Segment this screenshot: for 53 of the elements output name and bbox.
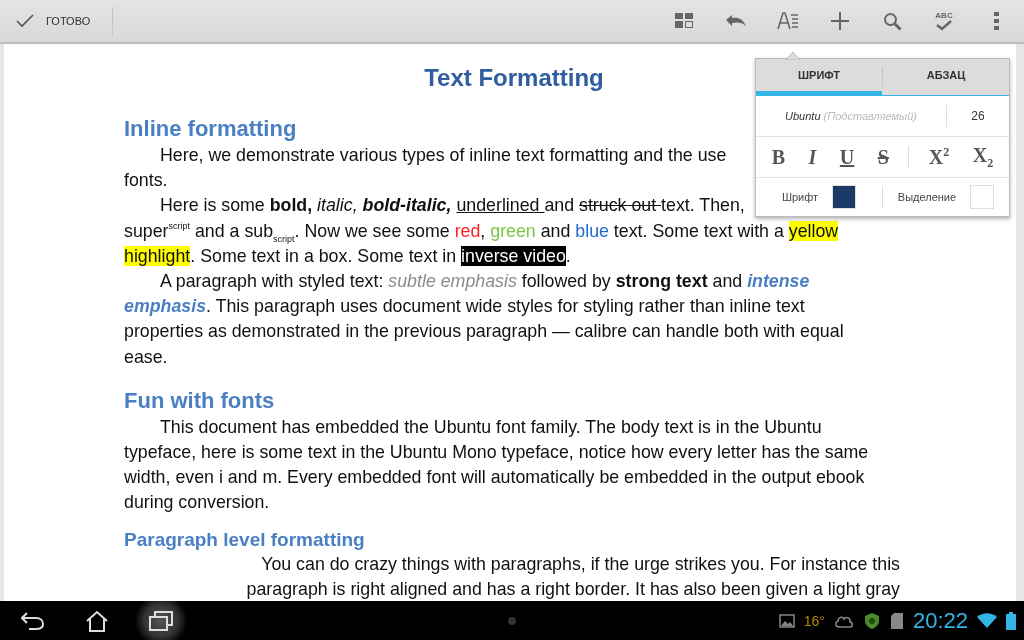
underline-button[interactable]: U bbox=[835, 143, 859, 171]
sd-card-icon bbox=[889, 611, 904, 630]
superscript-button[interactable]: X$^{2}$ bbox=[924, 143, 954, 171]
strikethrough-button[interactable]: S bbox=[873, 143, 893, 171]
section-heading: Fun with fonts bbox=[124, 386, 275, 415]
color-swatch[interactable] bbox=[832, 185, 857, 209]
section-heading: Inline formatting bbox=[124, 115, 297, 143]
clock: 20:22 bbox=[912, 607, 968, 634]
page-indicator bbox=[508, 617, 516, 625]
font-family-field[interactable]: Ubuntu (Подставляемый) bbox=[756, 110, 946, 122]
check-icon bbox=[16, 14, 34, 28]
color-label: Выделение bbox=[897, 191, 957, 203]
search-icon[interactable] bbox=[882, 11, 902, 31]
text-line: You can do crazy things with paragraphs, if the urge strikes you. For instance this bbox=[261, 552, 900, 576]
text-line: highlight. Some text in a box. Some text in inverse video. bbox=[124, 244, 571, 268]
battery-icon bbox=[1006, 611, 1016, 630]
text-line: This document has embedded the Ubuntu font family. The body text is in the Ubuntu bbox=[159, 415, 822, 439]
bold-button[interactable]: B bbox=[767, 143, 790, 171]
picture-icon bbox=[778, 613, 795, 628]
text-line: Here is some bold, italic, bold-italic, underlined and struck out text. Then, bbox=[159, 194, 745, 218]
text-line: during conversion. bbox=[124, 491, 270, 515]
undo-icon[interactable] bbox=[725, 14, 747, 28]
overflow-menu-icon[interactable] bbox=[993, 12, 999, 30]
text-line: A paragraph with styled text: subtle emphasis followed by strong text and intense bbox=[159, 270, 810, 293]
text-line: super$^{script}$ and a sub$_{script}$. Now we see some red, green and blue text. Some text with a yellow bbox=[124, 219, 839, 244]
text-line: properties as demonstrated in the previous paragraph — calibre can handle both with equal bbox=[124, 320, 844, 344]
document-title: Text Formatting bbox=[424, 64, 604, 92]
shield-icon bbox=[862, 611, 881, 630]
text-line: emphasis. This paragraph uses document wide styles for styling rather than inline text bbox=[124, 295, 805, 319]
temperature: 16° bbox=[803, 612, 825, 629]
font-size-field[interactable]: 26 bbox=[947, 108, 1009, 124]
subsection-heading: Paragraph level formatting bbox=[124, 527, 365, 552]
text-line: paragraph is right aligned and has a right border. It has also been given a light gray bbox=[246, 577, 900, 601]
done-button[interactable]: ГОТОВО bbox=[0, 7, 114, 35]
text-line: fonts. bbox=[124, 169, 168, 193]
text-format-icon[interactable] bbox=[777, 11, 799, 31]
tab[interactable]: АБЗАЦ bbox=[883, 59, 1009, 95]
recent-apps-icon bbox=[149, 610, 173, 631]
plus-icon[interactable] bbox=[830, 11, 850, 31]
back-icon bbox=[21, 610, 45, 631]
tab[interactable]: ШРИФТ bbox=[756, 59, 882, 95]
home-icon bbox=[85, 609, 109, 632]
text-line: ease. bbox=[124, 345, 168, 369]
wifi-icon bbox=[977, 612, 997, 629]
text-line: width, even i and m. Every embedded font will automatically be embedded in the output ebook bbox=[124, 466, 865, 490]
grid-icon[interactable] bbox=[675, 13, 693, 29]
text-line: Here, we demonstrate various types of inline text formatting and the use bbox=[159, 144, 727, 167]
text-line: typeface, here is some text in the Ubuntu Mono typeface, notice how every letter has the same bbox=[124, 441, 869, 465]
italic-button[interactable]: I bbox=[804, 143, 821, 171]
subscript-button[interactable]: X$_{2}$ bbox=[968, 141, 998, 173]
cloud-icon bbox=[833, 613, 854, 628]
color-swatch[interactable] bbox=[970, 185, 995, 209]
color-label: Шрифт bbox=[781, 191, 819, 203]
